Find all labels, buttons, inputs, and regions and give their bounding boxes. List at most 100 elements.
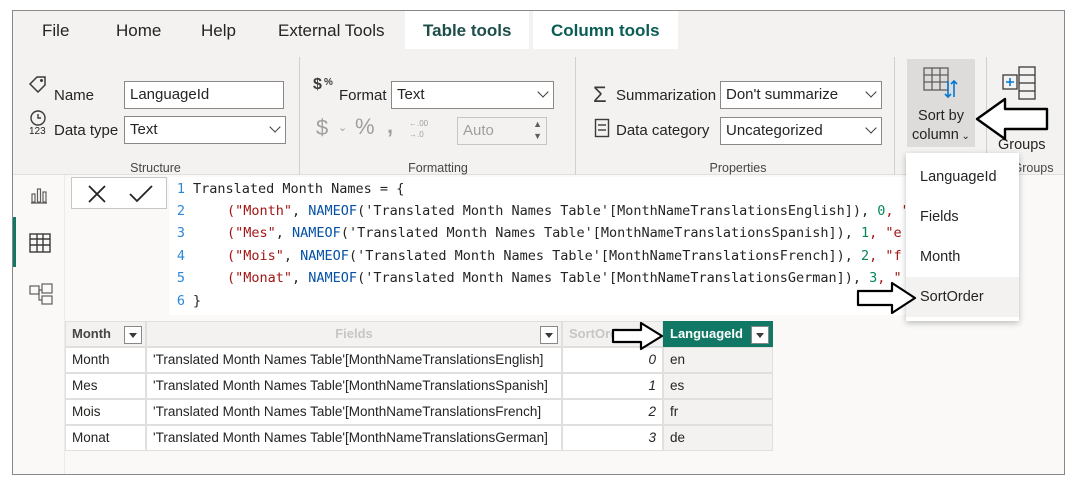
separator xyxy=(575,57,576,175)
name-input[interactable]: LanguageId xyxy=(124,81,284,109)
code-number: 2 xyxy=(861,248,870,264)
tab-home[interactable]: Home xyxy=(116,11,161,49)
sort-by-column-menu: LanguageId Fields Month SortOrder xyxy=(906,153,1019,321)
tab-file[interactable]: File xyxy=(42,11,69,49)
chevron-down-icon xyxy=(269,121,281,133)
group-label-structure: Structure xyxy=(130,161,181,175)
model-view-icon[interactable] xyxy=(29,283,53,305)
data-category-label: Data category xyxy=(616,122,710,139)
separator xyxy=(894,57,895,175)
sort-by-column-button[interactable]: Sort by column ⌄ xyxy=(907,59,975,147)
svg-text:←.00: ←.00 xyxy=(409,119,429,128)
comma-style-icon[interactable]: , xyxy=(387,113,393,139)
line-number: 3 xyxy=(176,225,185,241)
filter-dropdown-icon[interactable] xyxy=(540,326,558,344)
decimals-value: Auto xyxy=(463,122,494,139)
table-cell: 3 xyxy=(562,425,663,451)
svg-text:%: % xyxy=(324,77,333,88)
summation-icon: Σ xyxy=(593,82,607,107)
ribbon-tabs: File Home Help External Tools Table tool… xyxy=(13,11,1064,49)
datatype-value: Text xyxy=(130,121,158,138)
menu-item-month[interactable]: Month xyxy=(906,237,1019,277)
chevron-down-icon xyxy=(537,86,549,98)
summarization-value: Don't summarize xyxy=(726,86,839,103)
percent-icon[interactable]: % xyxy=(355,114,375,140)
format-select[interactable]: Text xyxy=(391,81,554,109)
menu-item-languageid[interactable]: LanguageId xyxy=(906,157,1019,197)
code-function: NAMEOF xyxy=(308,203,358,219)
tab-table-tools[interactable]: Table tools xyxy=(405,11,530,49)
line-number: 6 xyxy=(176,293,185,309)
code-line-3: ("Mes", NAMEOF('Translated Month Names T… xyxy=(227,225,902,241)
table-cell: Month xyxy=(65,347,146,373)
tag-icon xyxy=(28,75,48,93)
separator xyxy=(299,57,300,175)
column-header-label: Month xyxy=(72,326,111,341)
menu-item-fields[interactable]: Fields xyxy=(906,197,1019,237)
datatype-select[interactable]: Text xyxy=(124,116,286,144)
sort-by-column-label-2-text: column xyxy=(912,127,959,143)
table-cell: 2 xyxy=(562,399,663,425)
menu-item-sortorder[interactable]: SortOrder xyxy=(906,277,1019,317)
table-cell: de xyxy=(663,425,773,451)
powerbi-window: File Home Help External Tools Table tool… xyxy=(12,10,1065,475)
format-value: Text xyxy=(397,86,425,103)
annotation-arrow-right-icon xyxy=(856,281,918,315)
code-line-5: ("Monat", NAMEOF('Translated Month Names… xyxy=(227,270,902,286)
table-cell: fr xyxy=(663,399,773,425)
tab-help[interactable]: Help xyxy=(201,11,236,49)
data-category-icon xyxy=(594,118,610,138)
filter-dropdown-icon[interactable] xyxy=(124,326,142,344)
summarization-label: Summarization xyxy=(616,87,717,104)
report-view-icon[interactable] xyxy=(29,185,49,205)
group-label-properties: Properties xyxy=(709,161,767,175)
datatype-123-icon: 123 xyxy=(28,109,52,135)
table-cell: 'Translated Month Names Table'[MonthName… xyxy=(146,347,562,373)
column-header-label: Fields xyxy=(335,326,373,341)
dax-formula-editor[interactable]: 1 2 3 4 5 6 Translated Month Names = { (… xyxy=(169,177,918,315)
summarization-select[interactable]: Don't summarize xyxy=(720,81,882,109)
code-arg: ('Translated Month Names Table'[MonthNam… xyxy=(348,248,853,264)
table-view-icon[interactable] xyxy=(29,233,51,253)
chevron-down-icon: ⌄ xyxy=(338,122,348,134)
code-arg: ('Translated Month Names Table'[MonthNam… xyxy=(340,225,853,241)
decimal-places-icon[interactable]: ←.00 →.0 xyxy=(407,117,433,139)
column-header-fields[interactable]: Fields xyxy=(146,321,562,347)
data-category-value: Uncategorized xyxy=(726,122,823,139)
sort-by-column-label-1: Sort by xyxy=(918,108,964,124)
decimals-spinner[interactable]: Auto ▲ ▼ xyxy=(457,117,547,145)
chevron-down-icon xyxy=(865,122,877,134)
table-cell: 'Translated Month Names Table'[MonthName… xyxy=(146,373,562,399)
column-header-label: LanguageId xyxy=(670,326,743,341)
filter-dropdown-icon[interactable] xyxy=(751,326,769,344)
table-cell: es xyxy=(663,373,773,399)
table-cell: Mois xyxy=(65,399,146,425)
code-string: ("Monat" xyxy=(227,270,293,286)
chevron-down-icon: ⌄ xyxy=(958,131,970,142)
column-header-languageid[interactable]: LanguageId xyxy=(663,321,773,347)
code-string: ("Month" xyxy=(227,203,293,219)
data-category-select[interactable]: Uncategorized xyxy=(720,117,882,145)
cancel-icon[interactable] xyxy=(86,183,108,205)
currency-icon[interactable]: $ xyxy=(316,115,328,141)
code-line-1: Translated Month Names = { xyxy=(193,181,405,197)
formula-buttons xyxy=(71,177,167,209)
svg-text:$: $ xyxy=(313,76,322,93)
sort-by-column-label-2: column ⌄ xyxy=(907,126,975,146)
commit-check-icon[interactable] xyxy=(128,183,154,205)
name-label: Name xyxy=(54,87,95,104)
code-line-2: ("Month", NAMEOF('Translated Month Names… xyxy=(227,203,918,219)
code-tail: , "f xyxy=(869,248,902,264)
code-string: ("Mois" xyxy=(227,248,284,264)
column-header-month[interactable]: Month xyxy=(65,321,146,347)
tab-column-tools[interactable]: Column tools xyxy=(533,11,678,49)
code-arg: ('Translated Month Names Table'[MonthNam… xyxy=(357,203,870,219)
format-label: Format xyxy=(339,87,387,104)
table-cell: 1 xyxy=(562,373,663,399)
tab-external-tools[interactable]: External Tools xyxy=(278,11,384,49)
line-number: 2 xyxy=(176,203,185,219)
code-function: NAMEOF xyxy=(308,270,358,286)
table-cell: Monat xyxy=(65,425,146,451)
line-number: 4 xyxy=(176,248,185,264)
format-dollar-percent-icon: $% xyxy=(313,73,337,95)
